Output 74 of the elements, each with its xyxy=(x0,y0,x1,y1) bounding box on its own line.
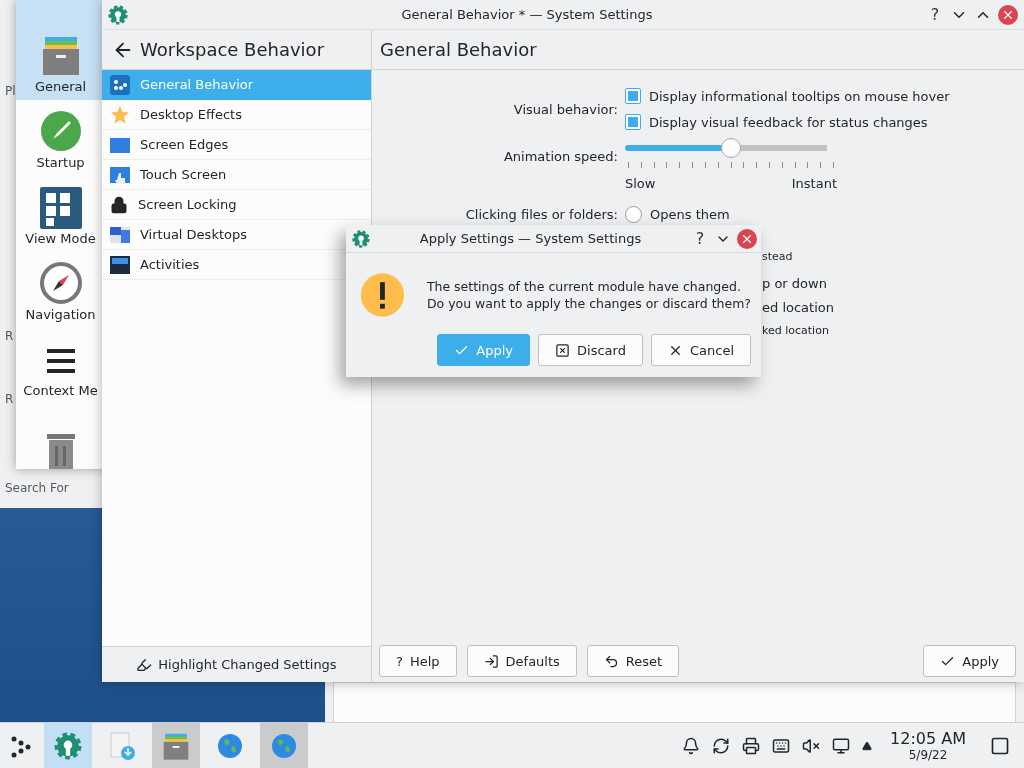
updates-icon[interactable] xyxy=(712,736,731,755)
settings-icon xyxy=(352,229,370,248)
preferences-page-item[interactable]: General xyxy=(16,0,105,100)
preferences-page-item[interactable]: View Mode xyxy=(16,176,105,252)
radio-button[interactable] xyxy=(625,205,642,223)
page-heading: General Behavior xyxy=(380,39,537,60)
slider-max-label: Instant xyxy=(791,176,837,191)
preferences-page-item[interactable]: Navigation xyxy=(16,252,105,328)
touch-screen-icon xyxy=(110,164,130,185)
form-label: Animation speed: xyxy=(503,149,618,164)
radio-label: Opens them xyxy=(650,206,730,222)
sidebar-heading: Workspace Behavior xyxy=(140,39,325,60)
panel-label: R xyxy=(5,329,14,343)
keyboard-icon[interactable] xyxy=(772,736,791,755)
preferences-page-item[interactable]: Startup xyxy=(16,100,105,176)
panel-label: Pl xyxy=(5,84,16,98)
checkbox-label: Display informational tooltips on mouse hover xyxy=(649,88,950,104)
sidebar-item[interactable]: Desktop Effects xyxy=(102,100,371,130)
defaults-icon xyxy=(483,653,499,669)
help-button[interactable]: ? Help xyxy=(379,645,457,677)
settings-icon xyxy=(54,731,82,760)
globe-icon xyxy=(270,731,298,760)
help-button[interactable]: ? xyxy=(691,229,709,248)
reset-button[interactable]: Reset xyxy=(586,645,680,677)
close-button[interactable] xyxy=(737,228,757,249)
dots-icon xyxy=(110,74,130,95)
checkbox-label: Display visual feedback for status changes xyxy=(649,114,928,130)
lock-icon xyxy=(110,195,128,214)
discard-icon xyxy=(555,342,571,358)
form-label: Visual behavior: xyxy=(513,101,618,117)
undo-icon xyxy=(603,653,619,669)
defaults-button[interactable]: Defaults xyxy=(466,645,577,677)
network-icon[interactable] xyxy=(832,736,851,755)
task-button[interactable] xyxy=(44,722,92,768)
preferences-page-item[interactable]: Context Me xyxy=(16,328,105,404)
clock[interactable]: 12:05 AM 5/9/22 xyxy=(890,729,966,762)
dialog-message: Do you want to apply the changes or discard them? xyxy=(426,296,751,311)
download-icon xyxy=(107,730,137,761)
slider-handle[interactable] xyxy=(721,138,741,158)
settings-icon xyxy=(108,4,128,25)
activities-icon xyxy=(110,254,130,275)
panel-label: R xyxy=(5,392,14,406)
checkbox[interactable] xyxy=(625,114,641,130)
sidebar-item[interactable]: Screen Edges xyxy=(102,130,371,160)
highlighter-icon xyxy=(136,656,153,673)
search-label: Search For xyxy=(5,481,69,495)
option-label: ked location xyxy=(762,323,829,337)
compass-icon xyxy=(38,261,83,305)
globe-icon xyxy=(216,731,244,760)
option-label: ed location xyxy=(762,299,834,315)
dialog-title: Apply Settings — System Settings xyxy=(418,231,643,246)
notifications-icon[interactable] xyxy=(682,736,701,755)
discard-button[interactable]: Discard xyxy=(538,334,643,366)
option-label: stead xyxy=(762,249,793,263)
slider-min-label: Slow xyxy=(625,176,656,191)
window-title: General Behavior * — System Settings xyxy=(400,7,654,22)
sidebar-item[interactable]: Touch Screen xyxy=(102,160,371,190)
show-desktop-icon[interactable] xyxy=(990,735,1010,756)
help-button[interactable]: ? xyxy=(926,5,944,24)
expand-tray-icon[interactable] xyxy=(862,740,873,751)
dialog-message: The settings of the current module have changed. xyxy=(426,279,742,294)
apply-button[interactable]: Apply xyxy=(923,645,1016,677)
form-label: Clicking files or folders: xyxy=(465,206,618,222)
cancel-button[interactable]: Cancel xyxy=(650,334,751,366)
close-button[interactable] xyxy=(998,4,1018,25)
volume-muted-icon[interactable] xyxy=(802,736,821,755)
option-label: p or down xyxy=(762,275,827,291)
star-icon xyxy=(110,104,130,125)
desktops-icon xyxy=(110,224,130,245)
sidebar-item[interactable]: Screen Locking xyxy=(102,190,371,220)
task-button[interactable] xyxy=(152,722,200,768)
grid-icon xyxy=(39,187,82,229)
highlight-changed-button[interactable]: Highlight Changed Settings xyxy=(130,652,343,677)
checkbox[interactable] xyxy=(625,88,641,104)
